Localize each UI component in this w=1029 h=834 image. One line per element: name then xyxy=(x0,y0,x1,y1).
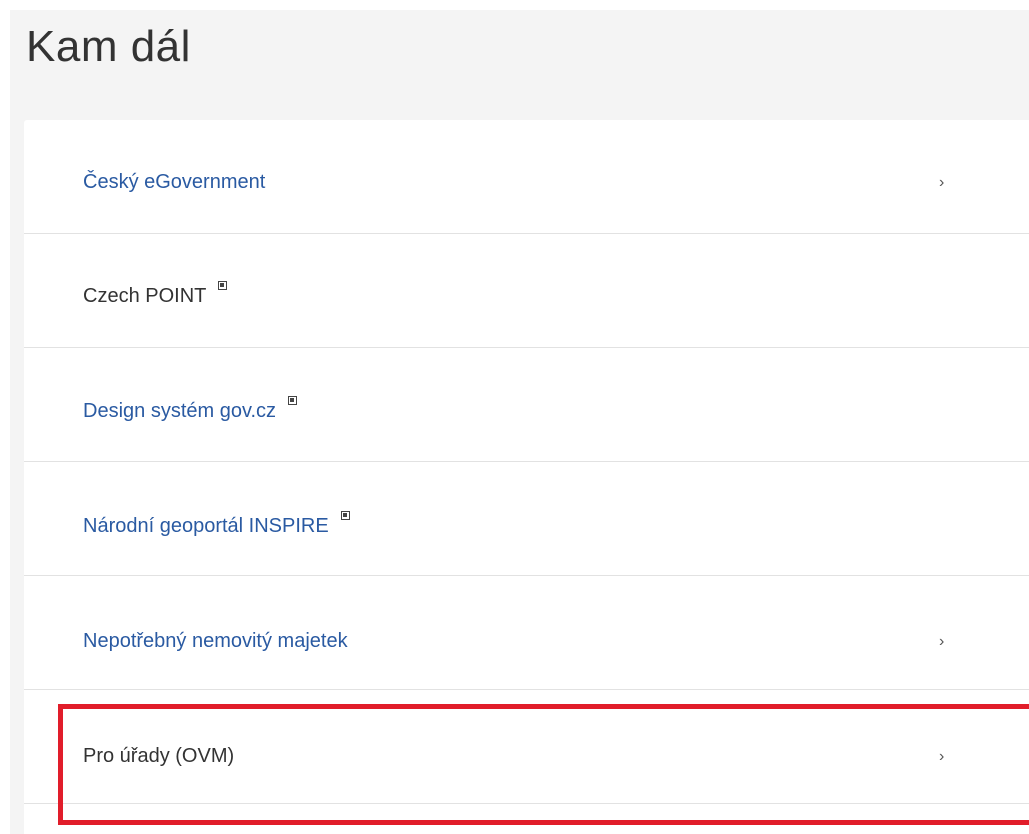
list-item-narodni-geoportal[interactable]: Národní geoportál INSPIRE xyxy=(24,462,1029,576)
chevron-right-icon: › xyxy=(939,748,945,765)
link-label[interactable]: Design systém gov.cz xyxy=(83,396,298,423)
link-label[interactable]: Pro úřady (OVM) xyxy=(83,744,234,768)
link-text[interactable]: Czech POINT xyxy=(83,285,206,307)
list-item-nepotrebny-majetek[interactable]: Nepotřebný nemovitý majetek › xyxy=(24,576,1029,690)
external-link-icon xyxy=(288,396,298,405)
external-link-icon xyxy=(340,511,350,520)
external-link-icon xyxy=(218,281,228,290)
link-label[interactable]: Czech POINT xyxy=(83,281,228,308)
link-text[interactable]: Design systém gov.cz xyxy=(83,400,276,422)
chevron-right-icon: › xyxy=(939,633,945,650)
link-text[interactable]: Národní geoportál INSPIRE xyxy=(83,515,329,537)
link-label[interactable]: Český eGovernment xyxy=(83,170,265,194)
link-label[interactable]: Nepotřebný nemovitý majetek xyxy=(83,629,348,653)
list-item-czech-point[interactable]: Czech POINT xyxy=(24,234,1029,348)
list-item-pro-urady[interactable]: Pro úřady (OVM) › xyxy=(24,690,1029,804)
chevron-right-icon: › xyxy=(939,174,945,191)
links-list: Český eGovernment › Czech POINT Design s… xyxy=(24,120,1029,834)
link-label[interactable]: Národní geoportál INSPIRE xyxy=(83,511,350,538)
list-item-cesky-egovernment[interactable]: Český eGovernment › xyxy=(24,120,1029,234)
page-background: Kam dál Český eGovernment › Czech POINT … xyxy=(10,10,1029,834)
section-title: Kam dál xyxy=(26,22,191,71)
list-item-design-system[interactable]: Design systém gov.cz xyxy=(24,348,1029,462)
